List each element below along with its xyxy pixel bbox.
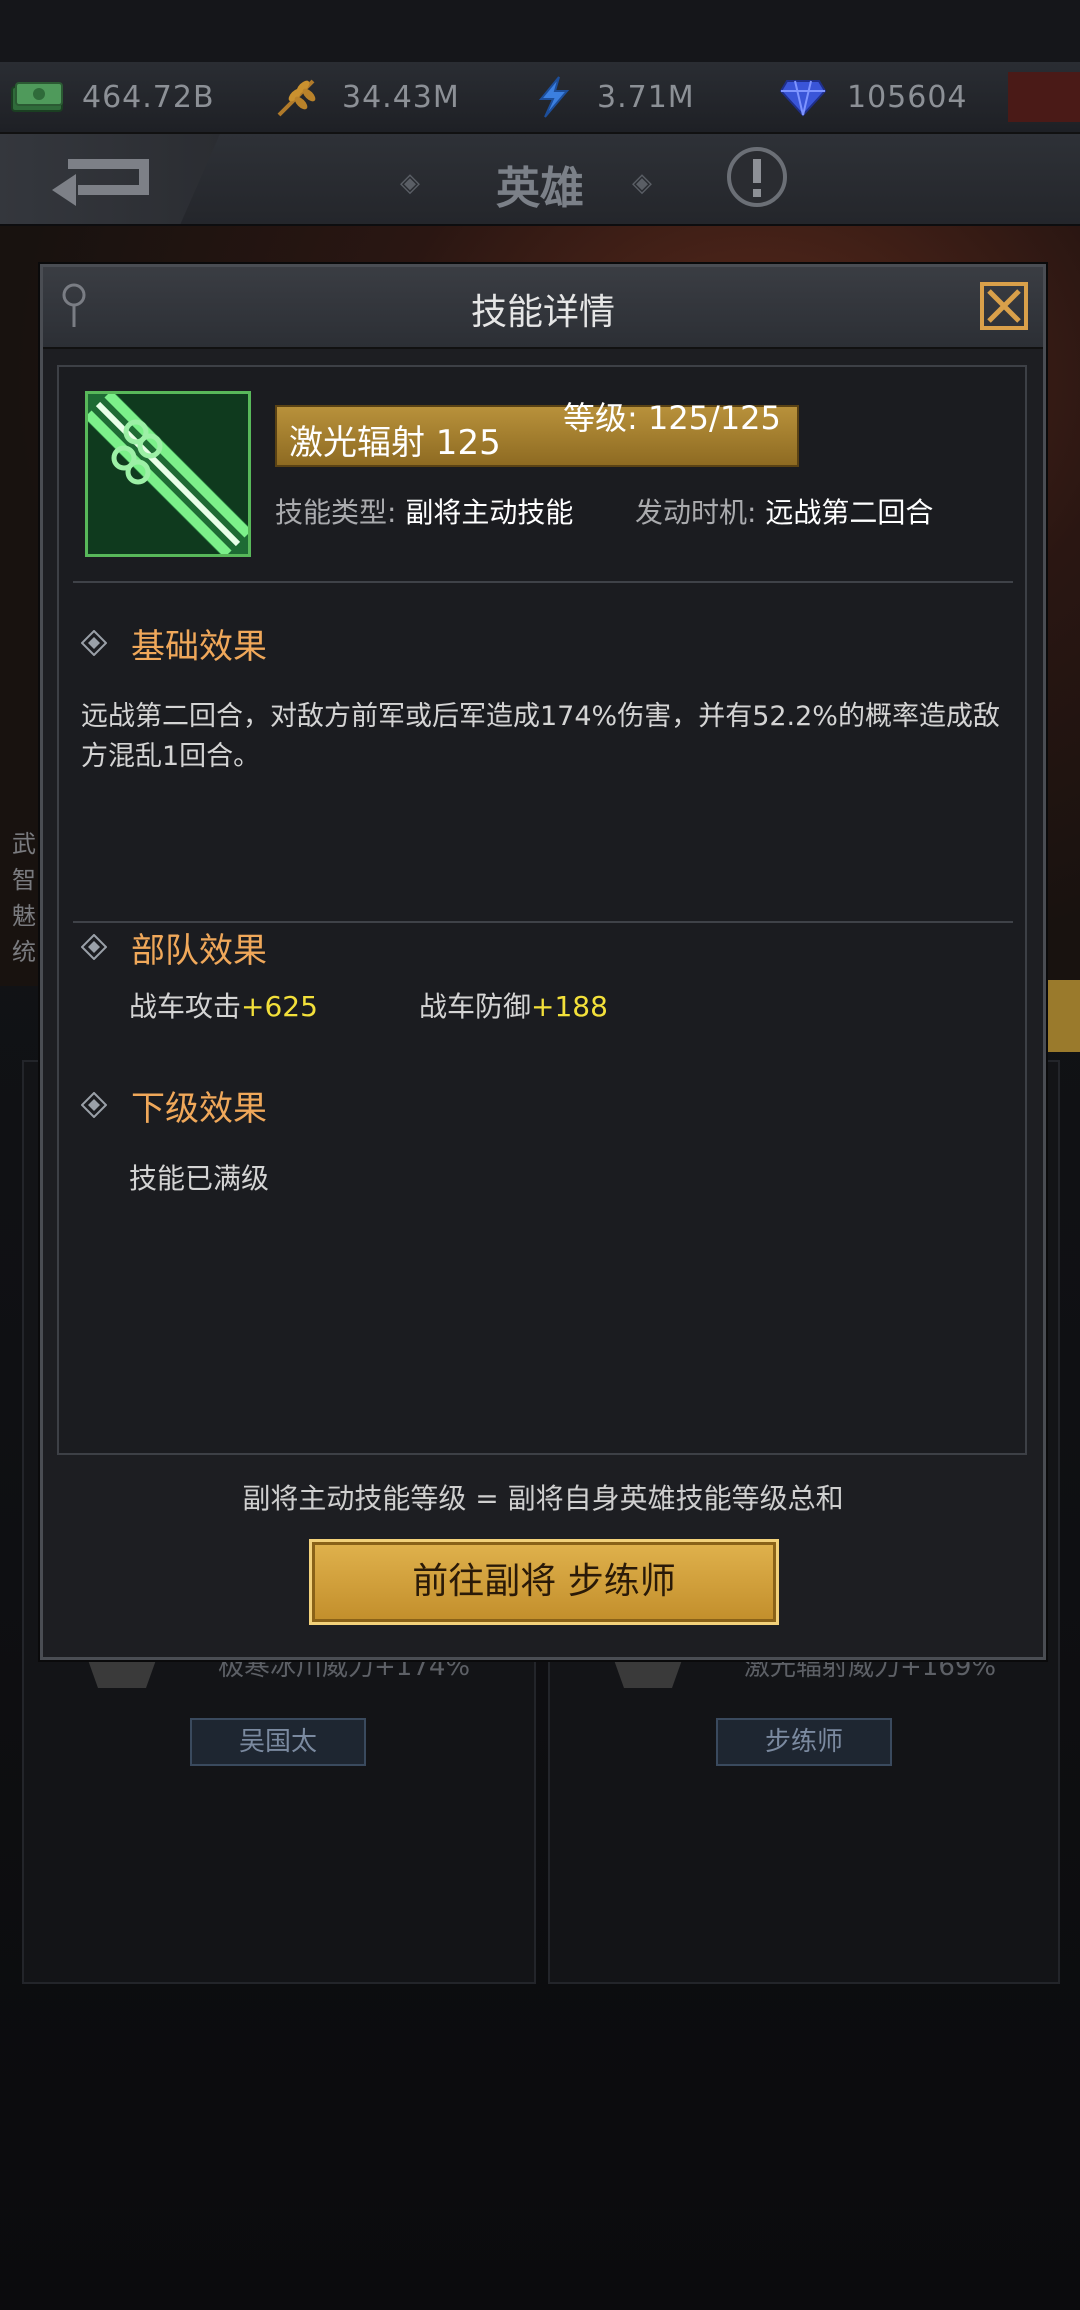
close-icon [980, 282, 1028, 330]
stat-value: +625 [241, 990, 318, 1023]
skill-type-value: 副将主动技能 [405, 496, 574, 529]
troop-stat-defense: 战车防御+188 [419, 985, 608, 1025]
skill-detail-panel: 激光辐射 125 等级: 125/125 技能类型: 副将主动技能 发动时机: … [57, 365, 1027, 1455]
skill-detail-modal: 技能详情 激光辐射 125 等级: 125/125 技能类型: 副将主动技能 发… [40, 264, 1046, 1660]
modal-title: 技能详情 [470, 292, 615, 333]
energy-value: 3.71M [597, 79, 695, 115]
stat-value: +188 [531, 990, 608, 1023]
laser-skill-icon [85, 391, 251, 557]
hero-screen: 464.72B 34.43M 3.71M 105604 ◈ 英雄 ◈ 武 智 魅… [0, 0, 1080, 2310]
deputy-name-button-left[interactable]: 吴国太 [190, 1718, 366, 1766]
stat-label: 战车防御 [419, 990, 532, 1023]
food-value: 34.43M [342, 79, 460, 115]
stat-label: 武 [12, 830, 36, 858]
level-rule-note: 副将主动技能等级 = 副将自身英雄技能等级总和 [242, 1482, 844, 1515]
title-bar: ◈ 英雄 ◈ [0, 134, 1080, 226]
diamond-bullet-icon [81, 1092, 107, 1118]
page-title: 英雄 [496, 163, 584, 214]
skill-name: 激光辐射 125 [289, 423, 501, 463]
modal-header: 技能详情 [43, 267, 1043, 349]
diamond-icon [775, 77, 831, 117]
deputy-name-button-right[interactable]: 步练师 [716, 1718, 892, 1766]
resource-money[interactable]: 464.72B [10, 74, 215, 120]
stat-label: 智 [12, 866, 36, 894]
stat-label: 魅 [12, 902, 36, 930]
next-effect-title: 下级效果 [131, 1088, 267, 1129]
troop-effect-title: 部队效果 [131, 930, 267, 971]
wheat-icon [270, 77, 326, 117]
skill-type: 技能类型: 副将主动技能 [275, 491, 573, 531]
resource-gems[interactable]: 105604 [775, 74, 968, 120]
info-button[interactable] [725, 145, 789, 213]
cash-icon [10, 77, 66, 117]
title-right-diamond-icon: ◈ [632, 168, 652, 198]
divider [73, 581, 1013, 583]
diamond-bullet-icon [81, 934, 107, 960]
close-button[interactable] [979, 281, 1029, 331]
resource-energy[interactable]: 3.71M [525, 74, 695, 120]
hero-stat-labels: 武 智 魅 统 [12, 826, 36, 970]
skill-type-label: 技能类型: [275, 496, 397, 529]
go-to-deputy-button[interactable]: 前往副将 步练师 [309, 1539, 779, 1625]
basic-effect-title: 基础效果 [131, 626, 267, 667]
exclamation-icon [727, 147, 787, 207]
gems-value: 105604 [847, 79, 968, 115]
resource-add-tab[interactable] [1008, 72, 1080, 122]
stat-label: 战车攻击 [129, 990, 242, 1023]
next-effect-text: 技能已满级 [129, 1162, 270, 1195]
skill-trigger-value: 远战第二回合 [765, 496, 934, 529]
troop-stat-attack: 战车攻击+625 [129, 985, 318, 1025]
skill-trigger: 发动时机: 远战第二回合 [635, 491, 933, 531]
resource-food[interactable]: 34.43M [270, 74, 460, 120]
skill-level: 等级: 125/125 [563, 401, 781, 437]
next-effect-header: 下级效果 [81, 1085, 267, 1129]
basic-effect-header: 基础效果 [81, 623, 267, 667]
troop-effect-header: 部队效果 [81, 927, 267, 971]
basic-effect-text: 远战第二回合，对敌方前军或后军造成174%伤害，并有52.2%的概率造成敌方混乱… [81, 701, 1000, 772]
money-value: 464.72B [82, 79, 215, 115]
resource-bar: 464.72B 34.43M 3.71M 105604 [0, 62, 1080, 134]
skill-trigger-label: 发动时机: [635, 496, 757, 529]
diamond-bullet-icon [81, 630, 107, 656]
stat-label: 统 [12, 938, 36, 966]
lightning-icon [525, 76, 581, 118]
skill-name-bar: 激光辐射 125 等级: 125/125 [275, 401, 799, 467]
